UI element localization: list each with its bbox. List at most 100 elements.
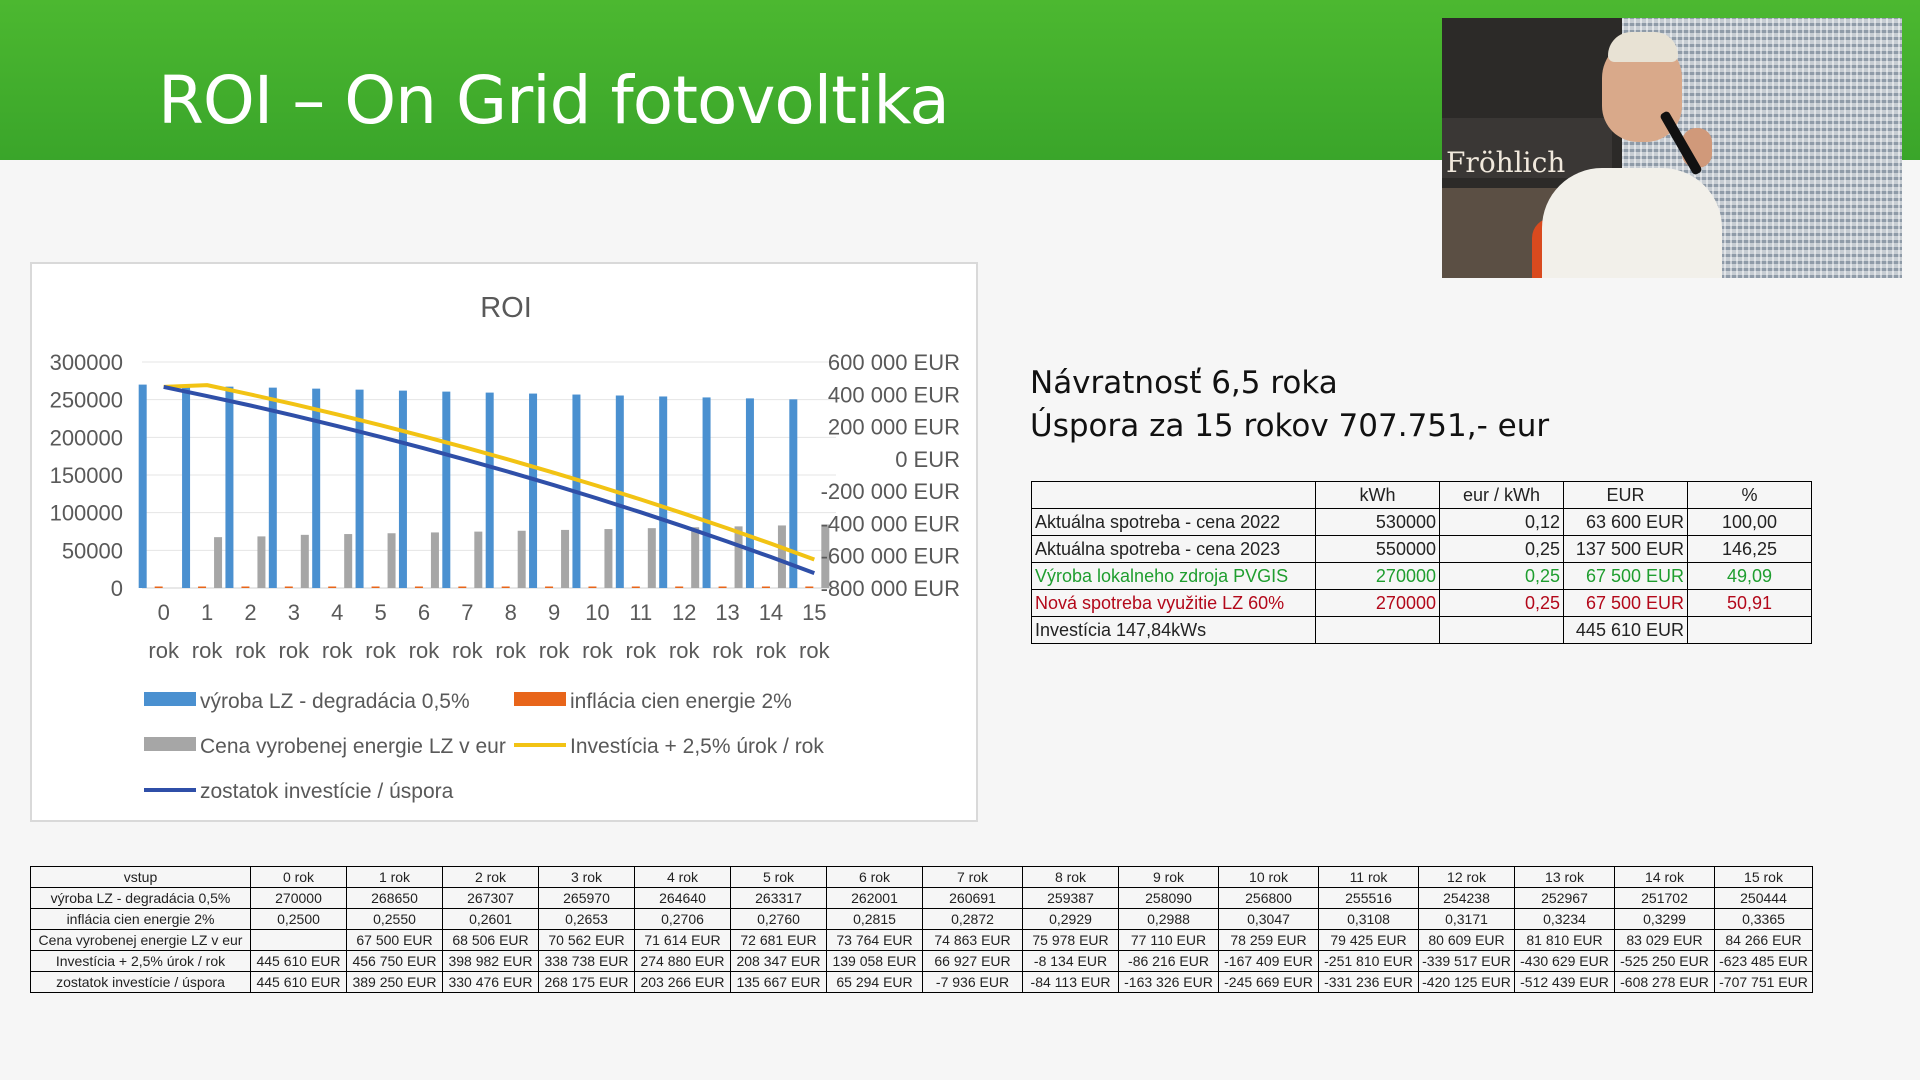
table-cell: 258090 xyxy=(1118,887,1219,909)
table-cell: 267307 xyxy=(442,887,539,909)
y-right-tick-label: -800 000 EUR xyxy=(821,576,960,601)
y-left-tick-label: 50000 xyxy=(62,538,123,563)
x-tick-label: 5 rok xyxy=(365,600,397,663)
table-header-cell: 12 rok xyxy=(1418,866,1515,888)
table-cell: -84 113 EUR xyxy=(1022,971,1119,993)
y-left-tick-label: 300000 xyxy=(50,350,123,375)
bar-0 xyxy=(398,390,407,588)
legend-label: inflácia cien energie 2% xyxy=(570,690,792,713)
bar-0 xyxy=(659,396,668,588)
table-cell: 0,2815 xyxy=(826,908,923,930)
bar-1 xyxy=(458,586,467,588)
bar-0 xyxy=(485,392,494,588)
table-cell: 0,3365 xyxy=(1714,908,1813,930)
table-header-cell: 10 rok xyxy=(1218,866,1319,888)
bar-1 xyxy=(805,586,814,588)
table-header-cell: 6 rok xyxy=(826,866,923,888)
x-tick-label: 11 rok xyxy=(626,600,658,663)
bar-0 xyxy=(138,384,147,588)
x-tick-label: 15 rok xyxy=(799,600,831,663)
table-cell: 0,3234 xyxy=(1514,908,1615,930)
table-cell: -245 669 EUR xyxy=(1218,971,1319,993)
table-cell: 84 266 EUR xyxy=(1714,929,1813,951)
bar-1 xyxy=(718,586,727,588)
x-tick-label: 10 rok xyxy=(582,600,614,663)
speaker-hair xyxy=(1608,32,1678,62)
table-cell: 262001 xyxy=(826,887,923,909)
bar-1 xyxy=(545,586,554,588)
table-cell: 268 175 EUR xyxy=(538,971,635,993)
table-cell: 83 029 EUR xyxy=(1614,929,1715,951)
table-cell: -331 236 EUR xyxy=(1318,971,1419,993)
summary-cell-price: 0,25 xyxy=(1439,535,1564,563)
summary-cell-kwh: 270000 xyxy=(1315,589,1440,617)
summary-cell-label: Investícia 147,84kWs xyxy=(1031,616,1316,644)
y-right-tick-label: 200 000 EUR xyxy=(828,415,960,440)
bar-0 xyxy=(442,391,451,588)
x-tick-label: 12 rok xyxy=(669,600,701,663)
table-cell: 71 614 EUR xyxy=(634,929,731,951)
table-header-cell: 5 rok xyxy=(730,866,827,888)
table-cell: 79 425 EUR xyxy=(1318,929,1419,951)
summary-cell-pct: 146,25 xyxy=(1687,535,1812,563)
table-cell: 0,2601 xyxy=(442,908,539,930)
legend-swatch xyxy=(514,692,566,706)
table-cell: 268650 xyxy=(346,887,443,909)
table-cell: 445 610 EUR xyxy=(250,971,347,993)
table-cell: 252967 xyxy=(1514,887,1615,909)
table-cell: 264640 xyxy=(634,887,731,909)
legend-label: Cena vyrobenej energie LZ v eur xyxy=(200,735,506,758)
legend-swatch xyxy=(144,737,196,751)
table-cell: -512 439 EUR xyxy=(1514,971,1615,993)
table-cell: 135 667 EUR xyxy=(730,971,827,993)
table-cell: 78 259 EUR xyxy=(1218,929,1319,951)
x-tick-label: 13 rok xyxy=(712,600,744,663)
table-cell: -420 125 EUR xyxy=(1418,971,1515,993)
table-header-cell: 7 rok xyxy=(922,866,1023,888)
table-cell: 250444 xyxy=(1714,887,1813,909)
table-cell: 81 810 EUR xyxy=(1514,929,1615,951)
bar-1 xyxy=(675,586,684,588)
summary-row: Výroba lokalneho zdroja PVGIS 270000 0,25 6… xyxy=(1031,562,1812,590)
bar-2 xyxy=(214,537,223,588)
table-cell: -339 517 EUR xyxy=(1418,950,1515,972)
table-header-row: vstup 0 rok 1 rok 2 rok 3 rok 4 rok 5 rok 6 rok… xyxy=(30,866,1813,888)
summary-cell-eur: 67 500 EUR xyxy=(1563,562,1688,590)
table-row-label: Cena vyrobenej energie LZ v eur xyxy=(30,929,251,951)
table-cell: 456 750 EUR xyxy=(346,950,443,972)
legend-label: zostatok investície / úspora xyxy=(200,780,454,803)
y-right-tick-label: 600 000 EUR xyxy=(828,350,960,375)
table-cell: -623 485 EUR xyxy=(1714,950,1813,972)
roi-chart: ROI 300000 250000 200000 150000 100000 50000 0… xyxy=(30,262,978,822)
table-cell: 398 982 EUR xyxy=(442,950,539,972)
summary-cell-pct: 100,00 xyxy=(1687,508,1812,536)
table-cell: 80 609 EUR xyxy=(1418,929,1515,951)
x-tick-label: 1 rok xyxy=(192,600,224,663)
chart-legend: výroba LZ - degradácia 0,5% inflácia cien… xyxy=(144,690,824,803)
bar-1 xyxy=(588,586,597,588)
summary-cell-eur: 63 600 EUR xyxy=(1563,508,1688,536)
bar-2 xyxy=(430,532,439,588)
table-cell: 251702 xyxy=(1614,887,1715,909)
table-cell: 74 863 EUR xyxy=(922,929,1023,951)
table-cell: 0,2760 xyxy=(730,908,827,930)
table-cell: 265970 xyxy=(538,887,635,909)
roi-summary-text: Návratnosť 6,5 roka Úspora za 15 rokov 7… xyxy=(1030,362,1549,448)
bar-2 xyxy=(300,534,309,588)
summary-header-cell: kWh xyxy=(1315,481,1440,509)
summary-cell-pct xyxy=(1687,616,1812,644)
table-cell: 70 562 EUR xyxy=(538,929,635,951)
table-cell: -7 936 EUR xyxy=(922,971,1023,993)
savings-text: Úspora za 15 rokov 707.751,- eur xyxy=(1030,408,1550,444)
table-cell: 270000 xyxy=(250,887,347,909)
table-row: Investícia + 2,5% úrok / rok 445 610 EUR 4… xyxy=(30,950,1813,972)
summary-cell-kwh: 530000 xyxy=(1315,508,1440,536)
y-left-tick-label: 0 xyxy=(111,576,123,601)
table-cell: 0,2500 xyxy=(250,908,347,930)
bar-0 xyxy=(182,385,191,588)
table-header-cell: 4 rok xyxy=(634,866,731,888)
bar-2 xyxy=(734,526,743,588)
bar-2 xyxy=(387,533,396,588)
summary-cell-pct: 50,91 xyxy=(1687,589,1812,617)
table-cell: 445 610 EUR xyxy=(250,950,347,972)
